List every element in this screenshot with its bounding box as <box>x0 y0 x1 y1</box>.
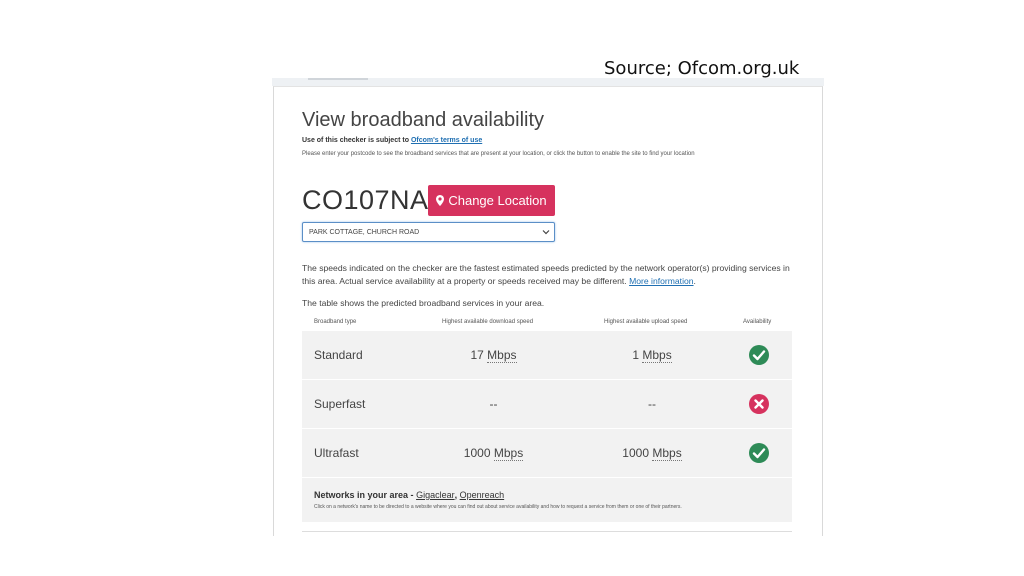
upload-value: 1 <box>632 348 639 362</box>
table-row: Ultrafast 1000 Mbps 1000 Mbps <box>302 429 792 477</box>
map-pin-icon <box>436 195 445 206</box>
check-circle-icon <box>749 345 769 365</box>
row-download: 17 Mbps <box>442 348 545 363</box>
table-row: Standard 17 Mbps 1 Mbps <box>302 331 792 379</box>
row-download: 1000 Mbps <box>442 446 545 461</box>
disclaimer-body: The speeds indicated on the checker are … <box>302 263 790 286</box>
top-strip <box>272 78 824 86</box>
network-link-gigaclear[interactable]: Gigaclear <box>416 490 455 500</box>
header-download-speed: Highest available download speed <box>442 319 534 325</box>
change-location-button[interactable]: Change Location <box>428 185 555 216</box>
disclaimer-end: . <box>693 275 696 286</box>
faint-line <box>308 78 368 80</box>
address-select[interactable]: PARK COTTAGE, CHURCH ROAD <box>302 222 555 242</box>
header-upload-speed: Highest available upload speed <box>604 319 688 325</box>
terms-link[interactable]: Ofcom's terms of use <box>411 137 482 144</box>
networks-title: Networks in your area - Gigaclear, Openr… <box>314 490 504 500</box>
upload-value: 1000 <box>622 446 649 460</box>
row-type: Standard <box>314 348 363 362</box>
upload-value: -- <box>648 397 656 411</box>
table-row: Superfast -- -- <box>302 380 792 428</box>
networks-label: Networks in your area - <box>314 490 414 500</box>
upload-unit: Mbps <box>652 446 682 461</box>
terms-prefix: Use of this checker is subject to <box>302 137 409 144</box>
download-unit: Mbps <box>487 348 517 363</box>
terms-line: Use of this checker is subject to Ofcom'… <box>302 137 482 144</box>
network-separator: , <box>454 490 458 500</box>
upload-unit: Mbps <box>642 348 672 363</box>
networks-note: Click on a network's name to be directed… <box>314 504 682 510</box>
instruction-text: Please enter your postcode to see the br… <box>302 151 695 157</box>
source-caption: Source; Ofcom.org.uk <box>604 58 800 79</box>
row-download: -- <box>442 397 545 411</box>
page-title: View broadband availability <box>302 109 545 131</box>
divider <box>302 531 792 532</box>
disclaimer-text: The speeds indicated on the checker are … <box>302 262 792 287</box>
cross-circle-icon <box>749 394 769 414</box>
header-availability: Availability <box>743 319 772 325</box>
row-type: Ultrafast <box>314 446 359 460</box>
network-link-openreach[interactable]: Openreach <box>460 490 505 500</box>
change-location-label: Change Location <box>448 193 547 208</box>
check-circle-icon <box>749 443 769 463</box>
chevron-down-icon <box>542 230 550 235</box>
download-value: -- <box>489 397 498 411</box>
header-broadband-type: Broadband type <box>314 319 357 325</box>
more-information-link[interactable]: More information <box>629 276 693 286</box>
download-value: 1000 <box>463 446 491 460</box>
postcode-display: CO107NA <box>302 185 429 215</box>
download-value: 17 <box>470 348 484 362</box>
row-type: Superfast <box>314 397 366 411</box>
row-upload: 1 Mbps <box>602 348 702 363</box>
row-upload: 1000 Mbps <box>602 446 702 461</box>
table-intro: The table shows the predicted broadband … <box>302 298 545 308</box>
networks-panel: Networks in your area - Gigaclear, Openr… <box>302 478 792 522</box>
address-selected-value: PARK COTTAGE, CHURCH ROAD <box>309 228 420 236</box>
download-unit: Mbps <box>493 446 524 461</box>
row-upload: -- <box>602 397 702 411</box>
